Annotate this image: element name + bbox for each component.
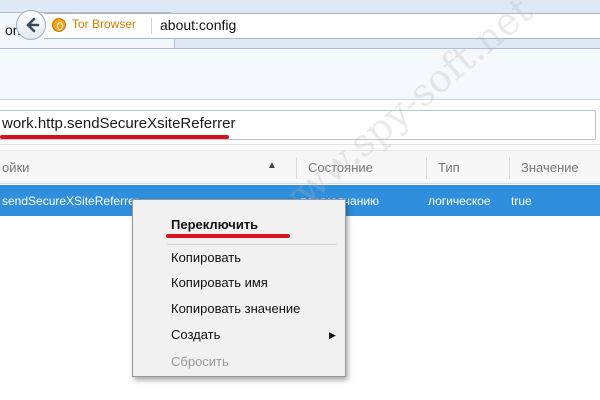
column-divider: [509, 157, 510, 179]
red-underline-annotation: [166, 234, 290, 238]
menu-separator: [167, 244, 337, 245]
column-divider: [426, 157, 427, 179]
navigation-bar: [0, 48, 600, 100]
red-underline-annotation: [0, 135, 229, 139]
pref-name-cell: sendSecureXSiteReferrer: [2, 194, 139, 208]
menu-item-copy[interactable]: Копировать: [171, 250, 241, 265]
menu-item-create[interactable]: Создать: [171, 327, 220, 342]
identity-label: Tor Browser: [72, 17, 137, 31]
url-text[interactable]: about:config: [160, 17, 236, 33]
menu-item-copy-name[interactable]: Копировать имя: [171, 275, 268, 290]
menu-item-toggle[interactable]: Переключить: [171, 217, 258, 232]
url-separator: [151, 18, 152, 34]
menu-item-reset: Сбросить: [171, 354, 229, 369]
column-header-type[interactable]: Тип: [438, 160, 460, 175]
pref-value-cell: true: [511, 194, 532, 208]
context-menu: Переключить Копировать Копировать имя Ко…: [132, 199, 346, 377]
menu-item-copy-value[interactable]: Копировать значение: [171, 301, 300, 316]
submenu-arrow-icon: ▶: [329, 330, 336, 340]
back-arrow-icon: [26, 17, 40, 33]
pref-type-cell: логическое: [428, 194, 491, 208]
onion-icon: [52, 18, 66, 32]
column-header-name[interactable]: ойки: [2, 160, 29, 175]
sort-arrow-icon: ▲: [267, 160, 277, 171]
column-header-value[interactable]: Значение: [521, 160, 579, 175]
search-value: work.http.sendSecureXsiteReferrer: [2, 115, 236, 132]
back-button[interactable]: [16, 10, 46, 40]
